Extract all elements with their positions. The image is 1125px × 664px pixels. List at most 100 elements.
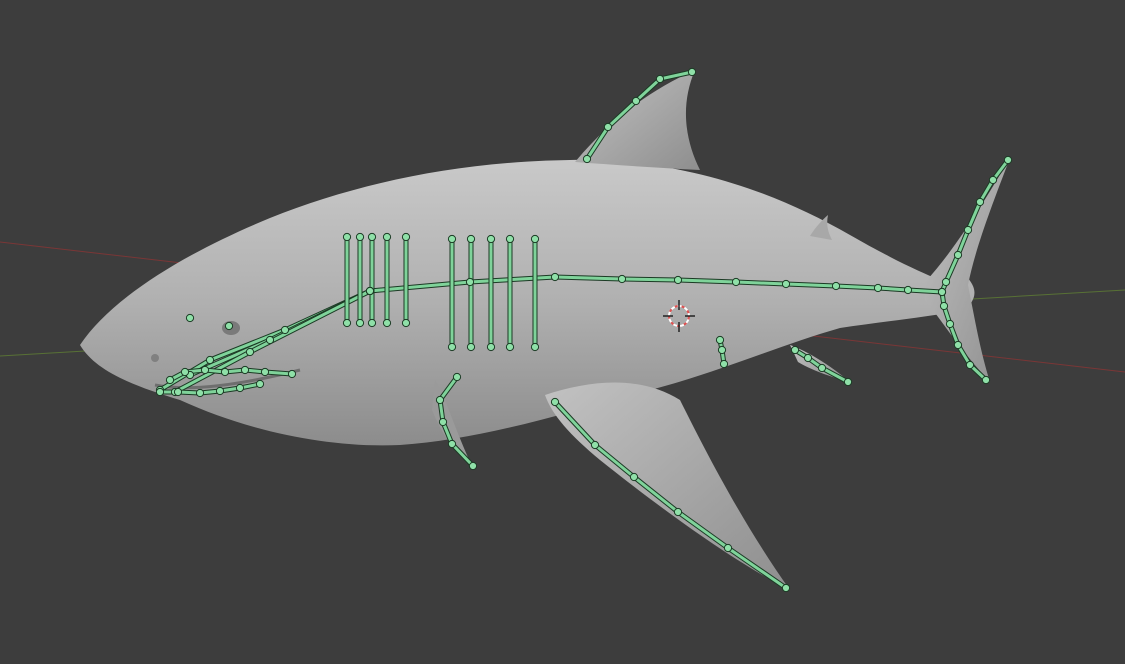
rear-fin-chain-bone[interactable] bbox=[820, 366, 850, 384]
teeth-chain-lower-joint[interactable] bbox=[255, 379, 265, 389]
pectoral-chain-joint[interactable] bbox=[723, 543, 733, 553]
shark-nostril bbox=[151, 354, 159, 362]
teeth-chain-upper-joint[interactable] bbox=[180, 367, 190, 377]
spine-chain-joint[interactable] bbox=[873, 283, 883, 293]
spine-chain-bone[interactable] bbox=[876, 286, 910, 292]
pelvic-chain-joint[interactable] bbox=[438, 417, 448, 427]
belly-chain-joint[interactable] bbox=[715, 335, 725, 345]
pectoral-chain-joint[interactable] bbox=[590, 440, 600, 450]
spine-chain-joint[interactable] bbox=[617, 274, 627, 284]
gill-joint[interactable] bbox=[466, 234, 476, 244]
gill-joint[interactable] bbox=[355, 318, 365, 328]
pelvic-chain-joint[interactable] bbox=[468, 461, 478, 471]
spine-chain-bone[interactable] bbox=[676, 278, 738, 284]
dorsal-chain-joint[interactable] bbox=[687, 67, 697, 77]
spine-chain-joint[interactable] bbox=[550, 272, 560, 282]
tail-upper-chain-joint[interactable] bbox=[941, 277, 951, 287]
gill-joint[interactable] bbox=[342, 232, 352, 242]
tail-upper-chain-joint[interactable] bbox=[963, 225, 973, 235]
tail-upper-chain-joint[interactable] bbox=[1003, 155, 1013, 165]
teeth-chain-lower-joint[interactable] bbox=[195, 388, 205, 398]
shark-dorsal-fin[interactable] bbox=[575, 70, 700, 170]
jaw-chain-2-joint[interactable] bbox=[265, 335, 275, 345]
spine-chain-joint[interactable] bbox=[903, 285, 913, 295]
gill-joint[interactable] bbox=[486, 342, 496, 352]
gill-joint[interactable] bbox=[486, 234, 496, 244]
tail-upper-chain-joint[interactable] bbox=[988, 175, 998, 185]
pectoral-chain-joint[interactable] bbox=[781, 583, 791, 593]
pelvic-chain-joint[interactable] bbox=[452, 372, 462, 382]
scene-canvas[interactable] bbox=[0, 0, 1125, 664]
spine-chain-joint[interactable] bbox=[831, 281, 841, 291]
belly-chain-joint[interactable] bbox=[717, 345, 727, 355]
head-joint[interactable] bbox=[185, 313, 195, 323]
gill-joint[interactable] bbox=[342, 318, 352, 328]
gill-joint[interactable] bbox=[505, 342, 515, 352]
spine-chain-bone[interactable] bbox=[784, 282, 838, 288]
gill-joint[interactable] bbox=[530, 234, 540, 244]
eye-joint[interactable] bbox=[224, 321, 234, 331]
tail-upper-chain-joint[interactable] bbox=[975, 197, 985, 207]
shark-pectoral-fin[interactable] bbox=[545, 382, 790, 591]
teeth-chain-lower-joint[interactable] bbox=[235, 383, 245, 393]
teeth-chain-upper-joint[interactable] bbox=[260, 367, 270, 377]
spine-chain-joint[interactable] bbox=[673, 275, 683, 285]
rear-fin-chain-joint[interactable] bbox=[790, 345, 800, 355]
tail-upper-chain-joint[interactable] bbox=[953, 250, 963, 260]
rear-fin-chain-joint[interactable] bbox=[843, 377, 853, 387]
pelvic-chain-joint[interactable] bbox=[435, 395, 445, 405]
pectoral-chain-joint[interactable] bbox=[629, 472, 639, 482]
shark-body-mesh[interactable] bbox=[80, 159, 975, 446]
tail-lower-chain-joint[interactable] bbox=[981, 375, 991, 385]
rear-fin-chain-joint[interactable] bbox=[817, 363, 827, 373]
tail-lower-chain-joint[interactable] bbox=[937, 287, 947, 297]
gill-joint[interactable] bbox=[530, 342, 540, 352]
belly-chain-joint[interactable] bbox=[719, 359, 729, 369]
rear-fin-chain-joint[interactable] bbox=[803, 353, 813, 363]
dorsal-chain-joint[interactable] bbox=[655, 74, 665, 84]
jaw-chain-3-joint[interactable] bbox=[245, 347, 255, 357]
jaw-chain-3-joint[interactable] bbox=[365, 286, 375, 296]
spine-chain-bone[interactable] bbox=[734, 280, 788, 286]
jaw-chain-joint[interactable] bbox=[205, 355, 215, 365]
gill-joint[interactable] bbox=[355, 232, 365, 242]
spine-chain-bone[interactable] bbox=[553, 275, 624, 281]
tail-lower-chain-joint[interactable] bbox=[945, 319, 955, 329]
gill-joint[interactable] bbox=[447, 342, 457, 352]
tail-lower-chain-joint[interactable] bbox=[965, 360, 975, 370]
gill-joint[interactable] bbox=[367, 318, 377, 328]
tail-lower-chain-joint[interactable] bbox=[953, 340, 963, 350]
teeth-chain-lower-joint[interactable] bbox=[173, 387, 183, 397]
dorsal-chain-joint[interactable] bbox=[603, 122, 613, 132]
teeth-chain-upper-joint[interactable] bbox=[165, 375, 175, 385]
teeth-chain-lower-joint[interactable] bbox=[215, 386, 225, 396]
teeth-chain-upper-joint[interactable] bbox=[220, 367, 230, 377]
gill-joint[interactable] bbox=[505, 234, 515, 244]
dorsal-chain-joint[interactable] bbox=[582, 154, 592, 164]
spine-chain-bone[interactable] bbox=[620, 277, 680, 282]
pectoral-chain-joint[interactable] bbox=[673, 507, 683, 517]
tail-lower-chain-joint[interactable] bbox=[939, 301, 949, 311]
spine-chain-bone[interactable] bbox=[906, 288, 944, 294]
shark-tail-fin[interactable] bbox=[925, 158, 1010, 382]
teeth-chain-upper-joint[interactable] bbox=[287, 369, 297, 379]
spine-chain-joint[interactable] bbox=[731, 277, 741, 287]
gill-joint[interactable] bbox=[367, 232, 377, 242]
spine-chain-bone[interactable] bbox=[834, 284, 880, 290]
jaw-chain-joint[interactable] bbox=[280, 325, 290, 335]
gill-joint[interactable] bbox=[466, 342, 476, 352]
teeth-chain-upper-joint[interactable] bbox=[200, 365, 210, 375]
teeth-chain-upper-joint[interactable] bbox=[240, 365, 250, 375]
gill-joint[interactable] bbox=[382, 232, 392, 242]
gill-joint[interactable] bbox=[401, 232, 411, 242]
gill-joint[interactable] bbox=[382, 318, 392, 328]
teeth-chain-lower-joint[interactable] bbox=[155, 387, 165, 397]
gill-joint[interactable] bbox=[401, 318, 411, 328]
pectoral-chain-joint[interactable] bbox=[550, 397, 560, 407]
dorsal-chain-joint[interactable] bbox=[631, 96, 641, 106]
3d-viewport[interactable] bbox=[0, 0, 1125, 664]
pelvic-chain-joint[interactable] bbox=[447, 439, 457, 449]
spine-chain-joint[interactable] bbox=[781, 279, 791, 289]
spine-chain-joint[interactable] bbox=[465, 277, 475, 287]
gill-joint[interactable] bbox=[447, 234, 457, 244]
